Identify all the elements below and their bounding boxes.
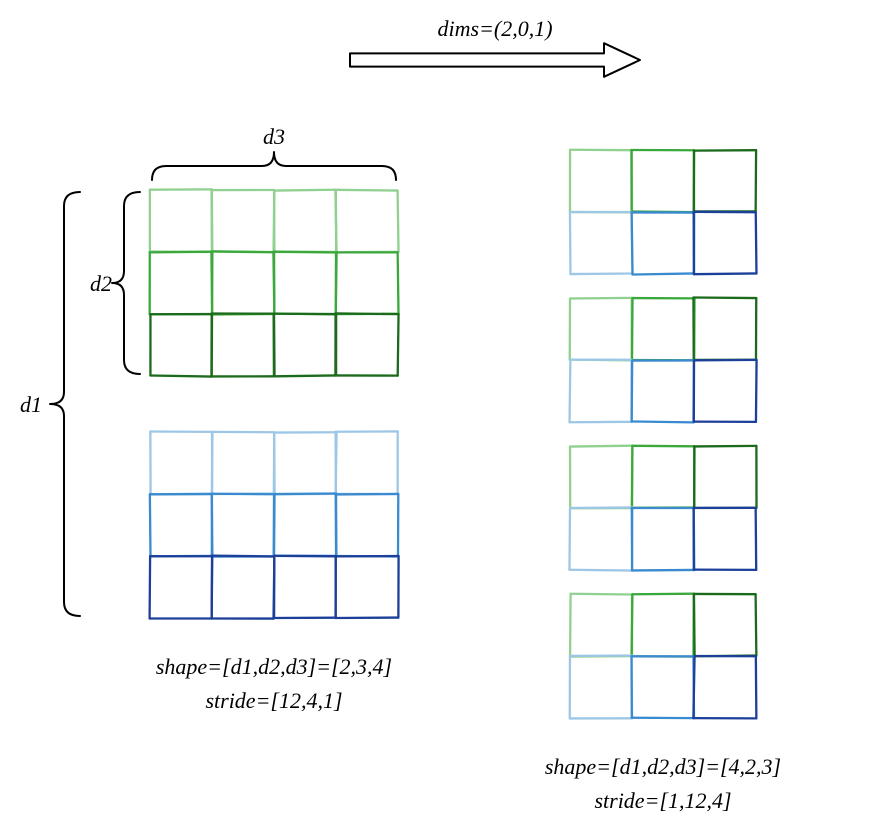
left-stride-caption: stride=[12,4,1]	[205, 688, 342, 713]
d2-brace	[112, 192, 140, 374]
right-block-3-cell	[694, 594, 756, 656]
left-top-grid-cell	[150, 314, 212, 377]
right-block-2-cell	[569, 507, 632, 570]
permute-arrow-label: dims=(2,0,1)	[437, 16, 552, 41]
right-block-0-cell	[694, 212, 757, 274]
left-bottom-grid-cell	[212, 432, 275, 494]
right-block-1-cell	[693, 298, 756, 360]
left-top-grid-cell	[212, 251, 274, 314]
left-top-grid-cell	[211, 314, 273, 377]
left-bottom-grid-cell	[150, 556, 212, 618]
d1-brace	[50, 192, 80, 616]
right-block-0-cell	[631, 150, 694, 212]
left-top-grid-cell	[274, 252, 337, 315]
right-block-2-cell	[632, 446, 695, 508]
left-bottom-grid-cell	[336, 431, 398, 494]
left-bottom-grid-cell	[274, 432, 337, 494]
d1-label: d1	[20, 392, 42, 417]
left-top-grid-cell	[150, 252, 212, 315]
left-top-grid-cell	[274, 314, 336, 377]
d2-label: d2	[90, 271, 112, 296]
permute-arrow-icon	[350, 43, 640, 77]
right-block-1-cell	[570, 360, 632, 423]
right-block-3-cell	[693, 656, 756, 718]
left-top-grid-cell	[150, 189, 212, 252]
right-block-1-cell	[632, 360, 694, 422]
right-block-2-cell	[694, 508, 757, 570]
left-top-grid-cell	[336, 190, 399, 253]
right-block-2-cell	[632, 508, 694, 571]
left-bottom-grid-cell	[336, 556, 399, 618]
left-top-grid-cell	[336, 252, 399, 314]
left-top-grid-cell	[335, 313, 398, 375]
right-block-1-cell	[632, 298, 694, 360]
right-block-0-cell	[570, 212, 633, 274]
right-block-1-cell	[570, 298, 632, 360]
right-block-1-cell	[694, 360, 757, 422]
right-shape-caption: shape=[d1,d2,d3]=[4,2,3]	[545, 754, 781, 779]
right-block-3-cell	[632, 594, 694, 657]
left-bottom-grid-cell	[150, 431, 212, 494]
left-bottom-grid-cell	[274, 494, 337, 556]
left-bottom-grid-cell	[274, 556, 336, 618]
left-bottom-grid-cell	[212, 556, 275, 619]
left-top-grid-cell	[274, 190, 337, 252]
right-block-2-cell	[570, 446, 632, 509]
left-bottom-grid-cell	[336, 494, 399, 557]
right-block-3-cell	[570, 655, 632, 718]
right-block-3-cell	[570, 594, 632, 657]
left-shape-caption: shape=[d1,d2,d3]=[2,3,4]	[156, 654, 392, 679]
left-bottom-grid-cell	[212, 494, 275, 557]
right-block-0-cell	[632, 212, 695, 274]
right-block-0-cell	[570, 150, 632, 213]
left-bottom-grid-cell	[150, 494, 213, 556]
d3-label: d3	[263, 124, 285, 149]
d3-brace	[152, 152, 396, 180]
right-block-3-cell	[631, 656, 694, 718]
right-stride-caption: stride=[1,12,4]	[594, 788, 731, 813]
right-block-2-cell	[694, 446, 756, 508]
right-block-0-cell	[694, 150, 756, 211]
left-top-grid-cell	[212, 190, 275, 252]
